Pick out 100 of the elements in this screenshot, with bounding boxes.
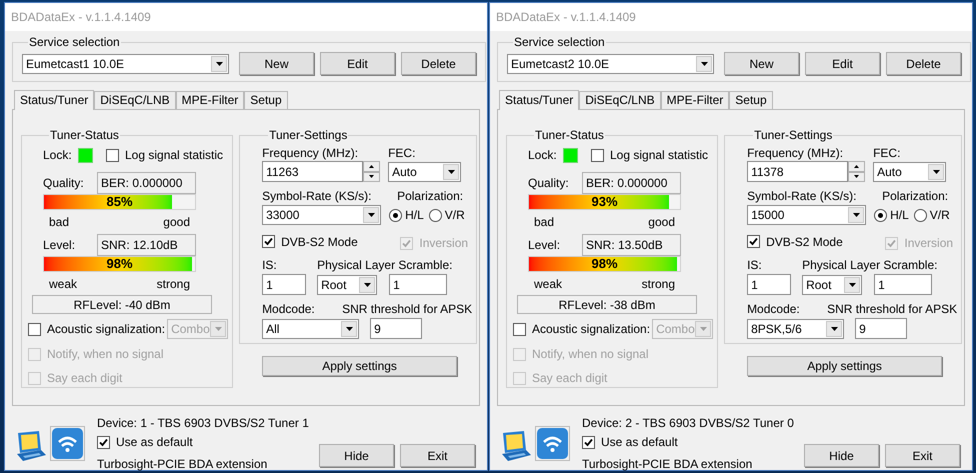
- field-label: Quality:: [528, 175, 570, 192]
- caret-icon: [216, 62, 222, 66]
- is-field[interactable]: 1: [747, 274, 792, 295]
- field-label: Polarization:: [882, 188, 948, 202]
- group-title: Tuner-Status: [49, 127, 120, 144]
- wifi-icon: [535, 426, 570, 461]
- scale-label: good: [648, 214, 675, 229]
- service-button[interactable]: New: [239, 52, 314, 75]
- percent-label: 98%: [106, 257, 133, 271]
- checkbox[interactable]: [582, 436, 595, 448]
- radio-label: H/L: [405, 207, 424, 224]
- checkbox[interactable]: [28, 322, 41, 336]
- caret-icon: [346, 326, 353, 330]
- checkbox[interactable]: [591, 148, 604, 162]
- extension-label: Turbosight-PCIE BDA extension: [582, 456, 754, 473]
- rf-level-field: RFLevel: -38 dBm: [517, 295, 697, 314]
- symbol-rate-dropdown[interactable]: 33000: [262, 205, 382, 225]
- window-button[interactable]: Exit: [400, 444, 475, 467]
- modcode-dropdown[interactable]: 8PSK,5/6: [747, 318, 844, 338]
- tab[interactable]: Status/Tuner: [499, 90, 580, 110]
- scale-label: strong: [642, 276, 675, 291]
- checkbox-label: DVB-S2 Mode: [766, 234, 843, 250]
- spin-buttons[interactable]: [848, 161, 866, 182]
- symbol-rate-dropdown[interactable]: 15000: [747, 205, 866, 225]
- window-button[interactable]: Hide: [319, 444, 394, 467]
- field-label: Level:: [43, 237, 76, 254]
- threshold-field[interactable]: 9: [855, 318, 908, 339]
- device-label: Device: 1 - TBS 6903 DVBS/S2 Tuner 1: [97, 415, 309, 429]
- group-title: Service selection: [28, 34, 121, 51]
- radio-label: V/R: [444, 207, 465, 224]
- tab[interactable]: DiSEqC/LNB: [579, 91, 661, 109]
- scale-label: weak: [49, 276, 78, 291]
- service-button[interactable]: Edit: [805, 52, 880, 75]
- apply-button[interactable]: Apply settings: [747, 356, 942, 376]
- checkbox[interactable]: [513, 322, 526, 336]
- tab[interactable]: MPE-Filter: [660, 91, 730, 109]
- percent-label: 98%: [591, 257, 618, 271]
- frequency-field[interactable]: 11378: [747, 161, 848, 182]
- field-label: SNR threshold for APSK: [827, 301, 958, 315]
- window-button[interactable]: Exit: [885, 444, 960, 467]
- is-field[interactable]: 1: [262, 274, 306, 295]
- scramble-field[interactable]: 1: [874, 274, 932, 295]
- scale-label: bad: [534, 214, 554, 229]
- service-button[interactable]: Delete: [401, 52, 476, 75]
- service-button[interactable]: New: [724, 52, 799, 75]
- caret-icon: [214, 327, 222, 331]
- rf-level-field: RFLevel: -40 dBm: [32, 295, 212, 314]
- scale-label: weak: [534, 276, 562, 291]
- tab[interactable]: Status/Tuner: [14, 90, 94, 110]
- window-button[interactable]: Hide: [804, 444, 879, 467]
- modcode-dropdown[interactable]: All: [262, 318, 360, 338]
- radio-button[interactable]: [428, 208, 442, 222]
- field-label: Level:: [528, 237, 562, 254]
- field-label: Frequency (MHz):: [262, 145, 360, 159]
- caret-icon: [448, 170, 455, 174]
- service-dropdown[interactable]: Eumetcast1 10.0E: [22, 54, 229, 74]
- radio-button[interactable]: [874, 208, 888, 222]
- tab[interactable]: DiSEqC/LNB: [94, 91, 176, 109]
- radio-label: H/L: [890, 207, 909, 224]
- tab[interactable]: MPE-Filter: [176, 91, 244, 109]
- radio-button[interactable]: [389, 208, 402, 222]
- checkbox-label: Use as default: [601, 434, 678, 451]
- scramble-dropdown[interactable]: Root: [802, 274, 862, 294]
- field-label: FEC:: [873, 145, 900, 159]
- radio-button[interactable]: [914, 208, 927, 222]
- checkbox[interactable]: [106, 148, 119, 162]
- group-title: Tuner-Settings: [753, 127, 834, 144]
- checkbox-label: Say each digit: [532, 370, 608, 387]
- field-label: FEC:: [388, 145, 416, 159]
- reading-field: SNR: 13.50dB: [582, 234, 681, 256]
- caret-icon: [852, 213, 860, 217]
- fec-dropdown[interactable]: Auto: [388, 162, 462, 182]
- scramble-dropdown[interactable]: Root: [317, 274, 378, 294]
- window-title: BDADataEx - v.1.1.4.1409: [5, 3, 487, 31]
- field-label: Quality:: [43, 175, 85, 192]
- percent-label: 85%: [106, 195, 133, 209]
- tab[interactable]: Setup: [244, 91, 288, 109]
- apply-button[interactable]: Apply settings: [262, 356, 458, 376]
- scale-label: bad: [49, 214, 70, 229]
- checkbox-label: Acoustic signalization:: [47, 321, 166, 338]
- service-dropdown[interactable]: Eumetcast2 10.0E: [507, 54, 714, 74]
- caret-icon: [830, 326, 838, 330]
- laptop-icon: [15, 430, 47, 464]
- service-button[interactable]: Edit: [320, 52, 395, 75]
- threshold-field[interactable]: 9: [370, 318, 422, 339]
- scramble-field[interactable]: 1: [389, 274, 448, 295]
- caret-icon: [700, 327, 707, 331]
- fec-dropdown[interactable]: Auto: [873, 162, 946, 182]
- group-title: Tuner-Settings: [268, 127, 348, 144]
- field-label: Modcode:: [262, 301, 316, 315]
- service-button[interactable]: Delete: [886, 52, 961, 75]
- checkbox[interactable]: [97, 436, 110, 448]
- checkbox[interactable]: [747, 235, 760, 248]
- frequency-field[interactable]: 11263: [262, 161, 364, 182]
- checkbox[interactable]: [262, 235, 276, 248]
- tab[interactable]: Setup: [729, 91, 773, 109]
- field-label: IS:: [747, 257, 763, 271]
- field-label: Modcode:: [747, 301, 801, 315]
- spin-buttons[interactable]: [363, 161, 380, 182]
- caret-icon: [700, 62, 708, 66]
